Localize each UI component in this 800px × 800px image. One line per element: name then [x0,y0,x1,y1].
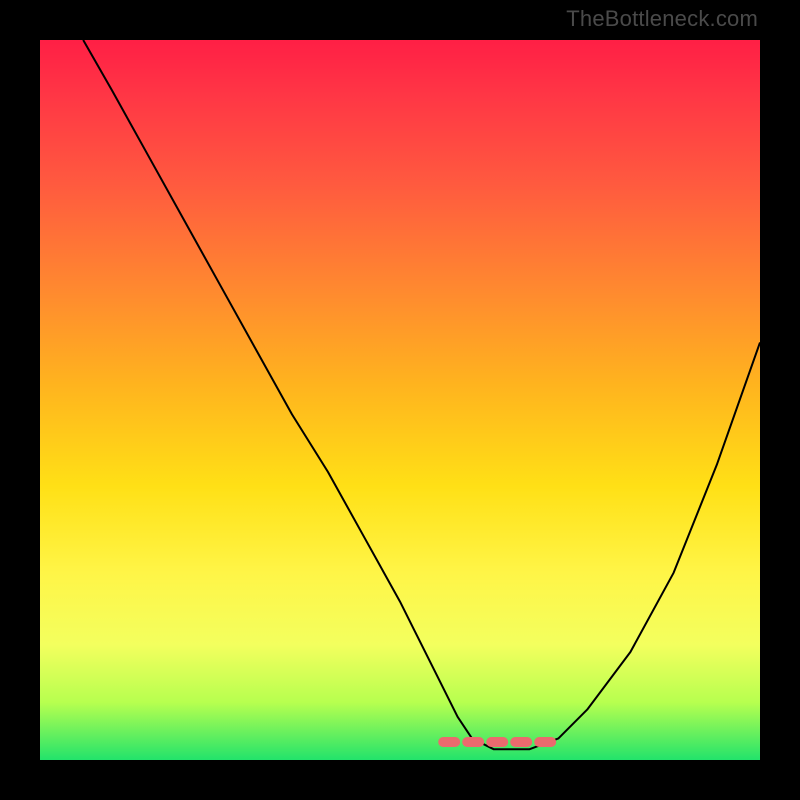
chart-overlay [40,40,760,760]
chart-frame: TheBottleneck.com [0,0,800,800]
bottleneck-curve [83,40,760,749]
watermark-text: TheBottleneck.com [566,6,758,32]
plot-area [40,40,760,760]
